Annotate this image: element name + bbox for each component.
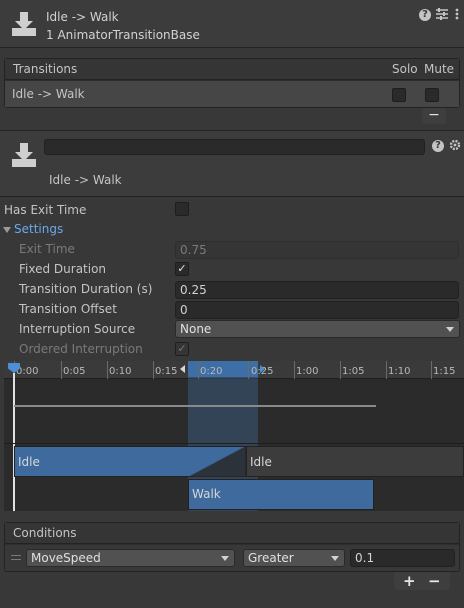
preset-icon[interactable]: [435, 7, 449, 21]
help-icon[interactable]: ?: [419, 9, 431, 21]
transition-duration-field[interactable]: 0.25: [175, 281, 459, 299]
parameter-value: MoveSpeed: [31, 551, 101, 565]
parameter-dropdown[interactable]: MoveSpeed: [26, 549, 235, 567]
track-divider: [4, 443, 464, 444]
transitions-list-header: Transitions Solo Mute: [5, 59, 459, 80]
transition-label: Idle -> Walk: [49, 173, 122, 187]
destination-state-bar[interactable]: Walk: [188, 479, 374, 510]
mute-column-label: Mute: [424, 62, 455, 76]
solo-column-label: Solo: [392, 62, 418, 76]
transition-offset-label: Transition Offset: [19, 302, 117, 316]
transition-icon: [10, 10, 38, 38]
interruption-source-value: None: [180, 322, 212, 336]
remove-transition-button[interactable]: −: [422, 108, 446, 124]
gear-icon[interactable]: [449, 139, 461, 151]
mute-checkbox[interactable]: [425, 88, 439, 102]
has-exit-time-label: Has Exit Time: [4, 203, 87, 217]
transition-end-handle[interactable]: [260, 365, 265, 373]
destination-state-label: Walk: [192, 487, 221, 501]
interruption-source-label: Interruption Source: [19, 322, 136, 336]
ordered-interruption-label: Ordered Interruption: [19, 342, 143, 356]
ordered-interruption-checkbox: ✓: [175, 342, 189, 356]
settings-label: Settings: [14, 222, 64, 236]
conditions-footer: + −: [394, 572, 450, 590]
source-state-label: Idle: [18, 455, 40, 469]
transition-header: ? Idle -> Walk: [0, 131, 464, 197]
header-title: Idle -> Walk: [46, 10, 119, 24]
more-icon[interactable]: [454, 7, 460, 21]
transitions-title: Transitions: [13, 62, 78, 76]
chevron-down-icon: [331, 556, 339, 561]
exit-time-label: Exit Time: [19, 242, 75, 256]
mode-dropdown[interactable]: Greater: [243, 549, 345, 567]
help-icon[interactable]: ?: [432, 140, 444, 152]
mode-value: Greater: [248, 551, 294, 565]
tick-label: 0:20: [200, 366, 223, 377]
list-item[interactable]: Idle -> Walk: [5, 81, 459, 107]
source-state-label-2: Idle: [250, 455, 272, 469]
has-exit-time-checkbox[interactable]: [175, 202, 189, 216]
transition-timeline[interactable]: 0:00 0:05 0:10 0:15 0:20 0:25 1:00 1:05 …: [4, 361, 464, 511]
fixed-duration-checkbox[interactable]: ✓: [175, 262, 189, 276]
condition-row: MoveSpeed Greater 0.1: [5, 545, 459, 571]
source-state-bar-continued[interactable]: Idle: [246, 446, 464, 477]
blend-overlay: [188, 446, 246, 477]
drag-handle-icon[interactable]: [11, 555, 21, 560]
list-item-label: Idle -> Walk: [12, 87, 85, 101]
foldout-arrow-icon: [3, 226, 11, 233]
conditions-header: Conditions: [5, 523, 459, 544]
conditions-list: Conditions MoveSpeed Greater 0.1: [4, 522, 460, 572]
chevron-down-icon: [446, 327, 454, 332]
settings-foldout[interactable]: Settings: [3, 222, 63, 236]
transition-icon: [10, 141, 38, 169]
tick-label: 1:15: [433, 366, 456, 377]
interruption-source-dropdown[interactable]: None: [175, 320, 460, 338]
weight-curve: [14, 405, 376, 407]
inspector-header: Idle -> Walk 1 AnimatorTransitionBase ?: [0, 0, 464, 48]
tick-label: 0:10: [109, 366, 132, 377]
tick-label: 0:15: [155, 366, 178, 377]
remove-condition-button[interactable]: −: [428, 572, 441, 590]
transition-offset-field[interactable]: 0: [175, 301, 459, 319]
threshold-field[interactable]: 0.1: [350, 549, 455, 567]
transition-duration-label: Transition Duration (s): [19, 282, 153, 296]
header-subtitle: 1 AnimatorTransitionBase: [46, 28, 200, 42]
conditions-title: Conditions: [13, 526, 77, 540]
tick-label: 1:10: [388, 366, 411, 377]
transition-name-field[interactable]: [44, 139, 425, 155]
chevron-down-icon: [221, 556, 229, 561]
solo-checkbox[interactable]: [392, 88, 406, 102]
tick-label: 1:05: [342, 366, 365, 377]
add-condition-button[interactable]: +: [403, 572, 416, 590]
exit-time-field: 0.75: [175, 241, 459, 259]
playhead-line[interactable]: [13, 373, 15, 511]
transitions-list: Transitions Solo Mute Idle -> Walk: [4, 58, 460, 108]
transition-start-handle[interactable]: [180, 365, 185, 373]
fixed-duration-label: Fixed Duration: [19, 262, 107, 276]
tick-label: 1:00: [296, 366, 319, 377]
tick-label: 0:05: [63, 366, 86, 377]
